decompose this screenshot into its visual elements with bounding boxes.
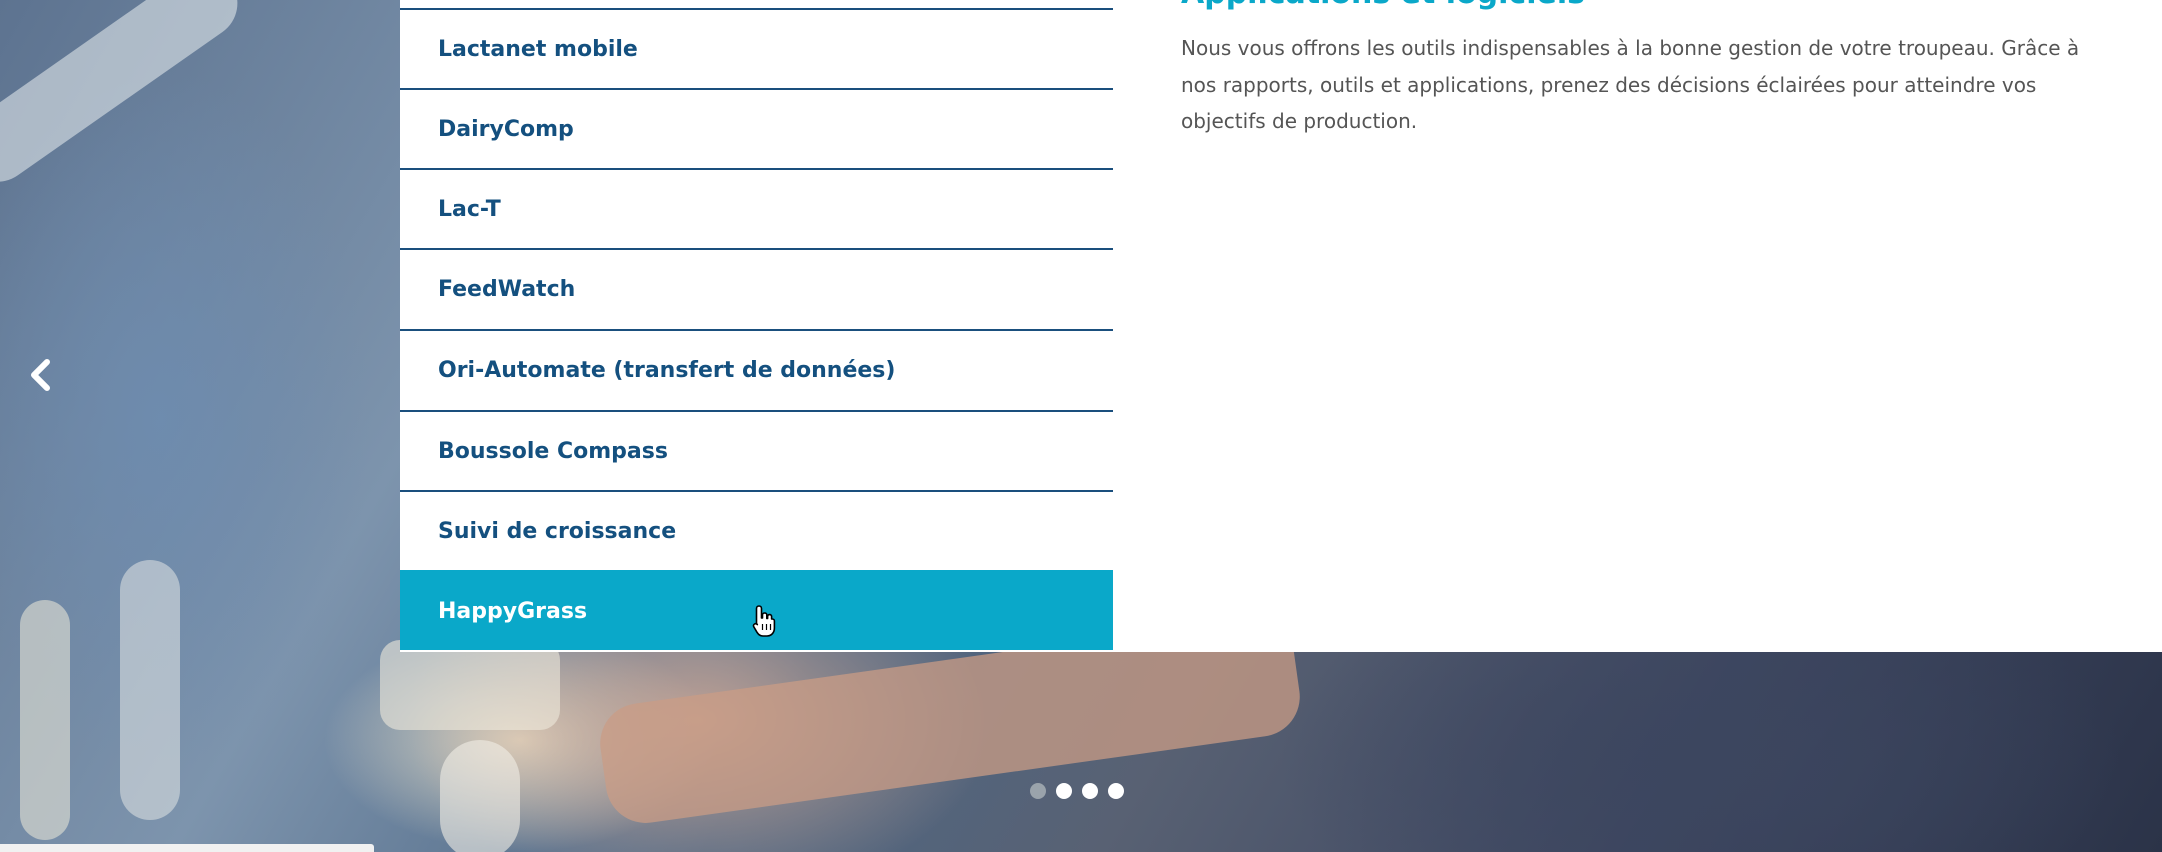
menu-item-label: Ori-Automate (transfert de données) <box>438 357 896 383</box>
carousel-dot-3[interactable] <box>1082 783 1098 799</box>
carousel-dot-2[interactable] <box>1056 783 1072 799</box>
hero-milk-tube-shape <box>440 740 520 852</box>
menu-item-dairycomp[interactable]: DairyComp <box>400 88 1113 168</box>
hand-pointer-icon <box>752 604 776 638</box>
apps-menu: Lactanet mobile DairyComp Lac-T FeedWatc… <box>400 0 1113 652</box>
menu-item-label: DairyComp <box>438 116 574 142</box>
hero-milk-container-shape <box>380 640 560 730</box>
carousel-dot-4[interactable] <box>1108 783 1124 799</box>
menu-item-label: Boussole Compass <box>438 438 668 464</box>
chevron-left-icon <box>31 359 50 391</box>
section-title: Applications et logiciels <box>1181 0 1585 11</box>
menu-item-ori-automate[interactable]: Ori-Automate (transfert de données) <box>400 329 1113 409</box>
carousel-dots <box>1030 783 1124 799</box>
hero-tube-shape <box>0 0 252 196</box>
menu-item-label: HappyGrass <box>438 598 588 624</box>
section-description: Nous vous offrons les outils indispensab… <box>1181 36 2080 133</box>
menu-item-feedwatch[interactable]: FeedWatch <box>400 248 1113 328</box>
hero-tube-shape <box>20 600 70 840</box>
carousel-prev-button[interactable] <box>22 355 62 395</box>
menu-item-lac-t[interactable]: Lac-T <box>400 168 1113 248</box>
menu-item-label: Lactanet mobile <box>438 36 638 62</box>
menu-item-label: FeedWatch <box>438 276 576 302</box>
content-panel: Applications et logiciels Nous vous offr… <box>1113 0 2162 652</box>
carousel-dot-1[interactable] <box>1030 783 1046 799</box>
bottom-scroll-indicator <box>0 844 374 852</box>
menu-item-suivi-de-croissance[interactable]: Suivi de croissance <box>400 490 1113 570</box>
menu-item-boussole-compass[interactable]: Boussole Compass <box>400 410 1113 490</box>
menu-item-lactanet-mobile[interactable]: Lactanet mobile <box>400 8 1113 88</box>
hero-tube-shape <box>120 560 180 820</box>
menu-item-label: Lac-T <box>438 196 501 222</box>
menu-item-label: Suivi de croissance <box>438 518 677 544</box>
